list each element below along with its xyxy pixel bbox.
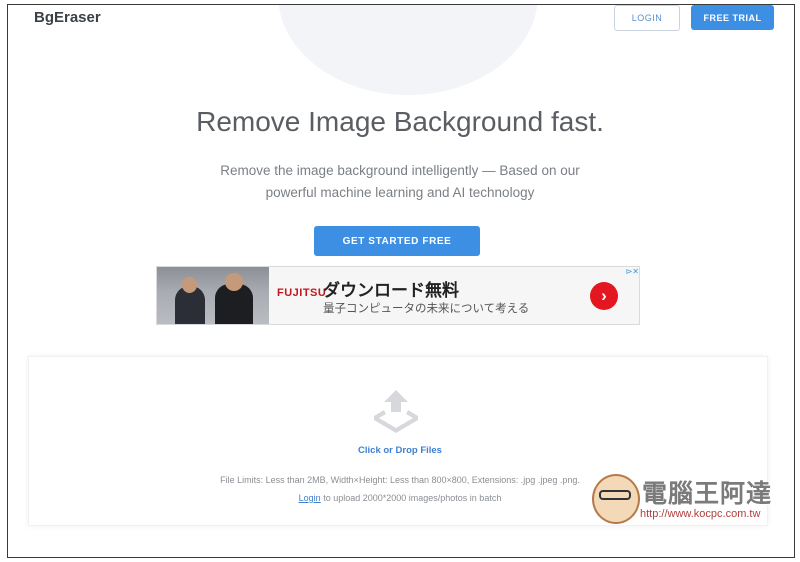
- ad-head-left: [182, 277, 197, 293]
- login-link[interactable]: Login: [299, 493, 321, 503]
- batch-upload-note: to upload 2000*2000 images/photos in bat…: [320, 493, 502, 503]
- hero-subtitle-line-2: powerful machine learning and AI technol…: [265, 185, 535, 200]
- get-started-button[interactable]: GET STARTED FREE: [314, 226, 480, 256]
- watermark-glasses-icon: [599, 490, 631, 500]
- hero-subtitle: Remove the image background intelligentl…: [0, 160, 800, 204]
- ad-head-right: [225, 273, 243, 291]
- free-trial-button[interactable]: FREE TRIAL: [691, 5, 774, 30]
- click-or-drop-label[interactable]: Click or Drop Files: [0, 445, 800, 456]
- watermark: 電腦王阿達 http://www.kocpc.com.tw: [588, 470, 788, 526]
- ad-subline: 量子コンピュータの未来について考える: [323, 303, 530, 315]
- decorative-circle: [278, 5, 538, 95]
- login-button[interactable]: LOGIN: [614, 5, 680, 31]
- watermark-title: 電腦王阿達: [642, 480, 773, 508]
- ad-banner[interactable]: FUJITSU ダウンロード無料 量子コンピュータの未来について考える › ⊳✕: [156, 266, 640, 325]
- fujitsu-logo: FUJITSU: [277, 287, 327, 299]
- ad-choices-icon[interactable]: ⊳✕: [621, 267, 639, 277]
- watermark-url: http://www.kocpc.com.tw: [640, 508, 761, 520]
- upload-tray-icon[interactable]: [370, 388, 422, 434]
- hero-title: Remove Image Background fast.: [196, 106, 604, 137]
- ad-photo: [157, 267, 269, 324]
- brand-logo[interactable]: BgEraser: [34, 9, 101, 26]
- hero-subtitle-line-1: Remove the image background intelligentl…: [220, 163, 580, 178]
- ad-headline[interactable]: ダウンロード無料: [323, 276, 459, 301]
- ad-arrow-button[interactable]: ›: [590, 282, 618, 310]
